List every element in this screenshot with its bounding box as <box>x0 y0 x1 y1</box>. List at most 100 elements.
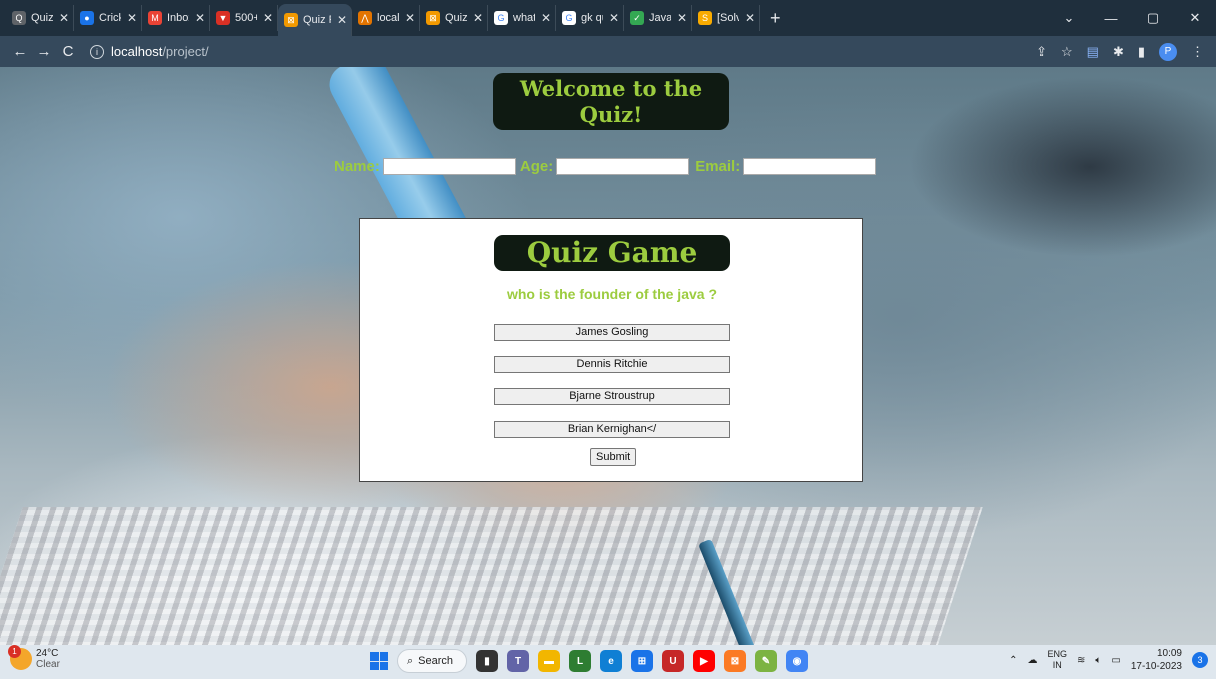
browser-tab[interactable]: ⊠ Quiz Pro ✕ <box>278 4 352 36</box>
tab-close-icon[interactable]: ✕ <box>127 11 137 25</box>
address-path: /project/ <box>162 44 209 59</box>
browser-tab[interactable]: M Inbox (1) ✕ <box>142 5 210 31</box>
page-viewport: Welcome to the Quiz! Name: Age: Email: Q… <box>0 67 1216 645</box>
minimize-icon[interactable]: — <box>1090 11 1132 26</box>
tab-close-icon[interactable]: ✕ <box>677 11 687 25</box>
question-text: who is the founder of the java ? <box>506 286 717 302</box>
store-icon[interactable]: ⊞ <box>631 650 653 672</box>
share-icon[interactable]: ⇪ <box>1036 44 1047 60</box>
tab-close-icon[interactable]: ✕ <box>59 11 69 25</box>
tab-favicon-icon: ● <box>80 11 94 25</box>
address-host: localhost <box>111 44 163 59</box>
mcafee-icon[interactable]: U <box>662 650 684 672</box>
submit-button[interactable]: Submit <box>590 448 637 466</box>
window-controls: ⌄ — ▢ ✕ <box>1048 0 1216 36</box>
address-bar[interactable]: i localhost/project/ <box>90 44 209 59</box>
l-app-icon[interactable]: L <box>569 650 591 672</box>
name-input[interactable] <box>382 158 516 175</box>
paint-icon[interactable]: ✎ <box>755 650 777 672</box>
system-tray: ⌃ ☁ ENG IN ≋ 🔈︎ ▭ 10:09 17-10-2023 3 <box>1009 647 1208 673</box>
reload-icon[interactable]: C <box>56 43 80 60</box>
browser-tab[interactable]: ⊠ Quiz Cor ✕ <box>420 5 488 31</box>
new-tab-button[interactable]: + <box>760 8 791 29</box>
tab-favicon-icon: ⋀ <box>358 11 372 25</box>
tab-favicon-icon: G <box>562 11 576 25</box>
quiz-title: Quiz Game <box>494 235 730 271</box>
tab-title: Inbox (1) <box>167 12 189 24</box>
tab-title: Cricket s <box>99 12 121 24</box>
edge-icon[interactable]: e <box>600 650 622 672</box>
clock[interactable]: 10:09 17-10-2023 <box>1131 647 1182 673</box>
age-label: Age: <box>519 158 554 175</box>
option-button[interactable]: Bjarne Stroustrup <box>494 388 730 405</box>
tab-close-icon[interactable]: ✕ <box>609 11 619 25</box>
tab-favicon-icon: Q <box>12 11 26 25</box>
notification-badge[interactable]: 3 <box>1192 652 1208 668</box>
back-icon[interactable]: ← <box>8 43 32 60</box>
browser-tab[interactable]: S [Solved] ✕ <box>692 5 760 31</box>
language-indicator[interactable]: ENG IN <box>1047 649 1067 671</box>
close-icon[interactable]: ✕ <box>1174 10 1216 26</box>
site-info-icon[interactable]: i <box>90 44 104 59</box>
extension-icon[interactable]: ▤ <box>1087 44 1099 60</box>
profile-avatar[interactable]: P <box>1159 42 1177 61</box>
welcome-title: Welcome to the Quiz! <box>493 73 729 130</box>
tab-title: what is t <box>513 12 535 24</box>
user-info-form: Name: Age: Email: <box>334 158 880 175</box>
tab-close-icon[interactable]: ✕ <box>337 13 347 27</box>
tab-favicon-icon: M <box>148 11 162 25</box>
browser-tab[interactable]: ▼ 500+ HT ✕ <box>210 5 278 31</box>
tab-close-icon[interactable]: ✕ <box>405 11 415 25</box>
option-button[interactable]: Brian Kernighan</ <box>494 421 730 438</box>
name-label: Name: <box>334 158 380 175</box>
option-button[interactable]: James Gosling <box>494 324 730 341</box>
file-explorer-icon[interactable]: ▬ <box>538 650 560 672</box>
tab-title: gk quest <box>581 12 603 24</box>
tab-close-icon[interactable]: ✕ <box>195 11 205 25</box>
browser-tab[interactable]: ✓ Java Onl ✕ <box>624 5 692 31</box>
weather-sun-icon: 1 <box>8 645 32 670</box>
tab-close-icon[interactable]: ✕ <box>263 11 273 25</box>
tab-title: 500+ HT <box>235 12 257 24</box>
quiz-card: Quiz Game who is the founder of the java… <box>359 218 863 482</box>
browser-tab[interactable]: ⋀ localhos ✕ <box>352 5 420 31</box>
taskbar-search[interactable]: ⌕ Search <box>397 649 467 673</box>
browser-tab[interactable]: ● Cricket s ✕ <box>74 5 142 31</box>
weather-badge: 1 <box>8 645 21 658</box>
age-input[interactable] <box>556 158 690 175</box>
maximize-icon[interactable]: ▢ <box>1132 10 1174 26</box>
battery-icon[interactable]: ▭ <box>1111 655 1120 666</box>
email-input[interactable] <box>743 158 877 175</box>
chrome-icon[interactable]: ◉ <box>786 650 808 672</box>
tab-close-icon[interactable]: ✕ <box>473 11 483 25</box>
browser-tab[interactable]: Q Quiz App ✕ <box>6 5 74 31</box>
tab-close-icon[interactable]: ✕ <box>541 11 551 25</box>
volume-icon[interactable]: 🔈︎ <box>1095 655 1101 666</box>
menu-icon[interactable]: ⋮ <box>1191 44 1204 60</box>
tab-title: Quiz Pro <box>303 14 331 26</box>
sidepanel-icon[interactable]: ▮ <box>1138 44 1145 60</box>
browser-tab[interactable]: Gwhat is t ✕ <box>488 5 556 31</box>
teams-icon[interactable]: T <box>507 650 529 672</box>
browser-tab[interactable]: Ggk quest ✕ <box>556 5 624 31</box>
tab-favicon-icon: ⊠ <box>284 13 298 27</box>
xampp-icon[interactable]: ⊠ <box>724 650 746 672</box>
option-button[interactable]: Dennis Ritchie <box>494 356 730 373</box>
wifi-icon[interactable]: ≋ <box>1077 655 1085 666</box>
tab-search-icon[interactable]: ⌄ <box>1048 10 1090 26</box>
cloud-icon[interactable]: ☁ <box>1027 655 1037 666</box>
tab-favicon-icon: ✓ <box>630 11 644 25</box>
tab-favicon-icon: S <box>698 11 712 25</box>
bookmark-star-icon[interactable]: ☆ <box>1061 44 1073 60</box>
tab-title: localhos <box>377 12 399 24</box>
youtube-icon[interactable]: ▶ <box>693 650 715 672</box>
weather-widget[interactable]: 1 24°C Clear <box>8 645 60 670</box>
forward-icon[interactable]: → <box>32 43 56 60</box>
chevron-up-icon[interactable]: ⌃ <box>1009 655 1017 666</box>
background-answer-sheet <box>0 507 983 645</box>
puzzle-icon[interactable]: ✱ <box>1113 44 1124 60</box>
windows-start-icon[interactable] <box>370 652 388 670</box>
task-view-icon[interactable]: ▮ <box>476 650 498 672</box>
tab-title: Java Onl <box>649 12 671 24</box>
tab-close-icon[interactable]: ✕ <box>745 11 755 25</box>
